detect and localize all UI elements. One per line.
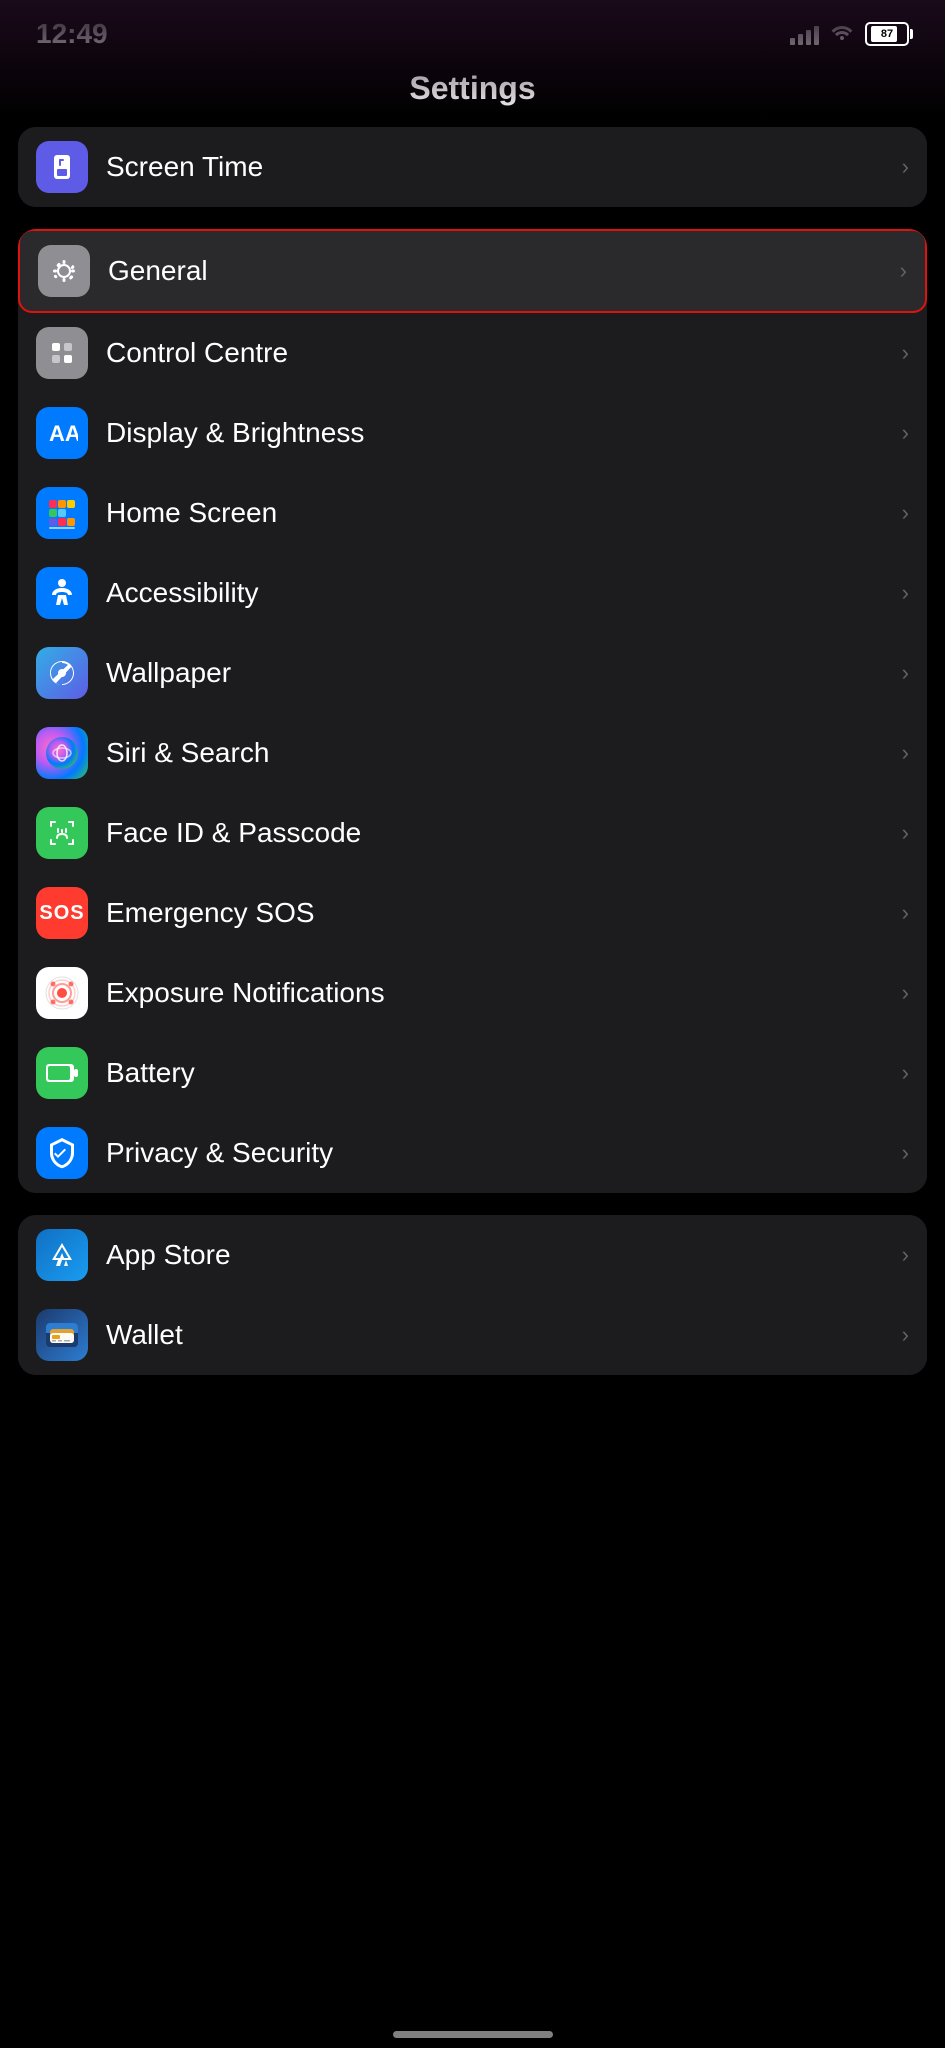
status-bar: 12:49 87 [0, 0, 945, 60]
wallpaper-label: Wallpaper [106, 657, 894, 689]
privacy-security-chevron: › [902, 1140, 909, 1166]
wifi-icon [829, 21, 855, 47]
settings-item-control-centre[interactable]: Control Centre › [18, 313, 927, 393]
general-label: General [108, 255, 892, 287]
sos-text: SOS [39, 902, 84, 925]
siri-search-label: Siri & Search [106, 737, 894, 769]
battery-chevron: › [902, 1060, 909, 1086]
page-title: Settings [0, 70, 945, 107]
home-screen-chevron: › [902, 500, 909, 526]
wallpaper-icon [36, 647, 88, 699]
privacy-security-label: Privacy & Security [106, 1137, 894, 1169]
control-centre-label: Control Centre [106, 337, 894, 369]
settings-section-2: General › Control Centre › AA Display & … [18, 229, 927, 1193]
exposure-notifications-label: Exposure Notifications [106, 977, 894, 1009]
battery-percent: 87 [867, 28, 907, 40]
siri-search-chevron: › [902, 740, 909, 766]
signal-bar-1 [790, 38, 795, 45]
general-chevron: › [900, 258, 907, 284]
app-store-icon [36, 1229, 88, 1281]
battery-label: Battery [106, 1057, 894, 1089]
settings-section-1: Screen Time › [18, 127, 927, 207]
signal-bar-3 [806, 30, 811, 45]
settings-item-accessibility[interactable]: Accessibility › [18, 553, 927, 633]
page-header: Settings [0, 60, 945, 127]
accessibility-chevron: › [902, 580, 909, 606]
settings-item-general[interactable]: General › [18, 229, 927, 313]
emergency-sos-icon: SOS [36, 887, 88, 939]
wallet-label: Wallet [106, 1319, 894, 1351]
control-centre-chevron: › [902, 340, 909, 366]
status-time: 12:49 [36, 18, 108, 50]
signal-bar-4 [814, 26, 819, 45]
battery-icon: 87 [865, 22, 909, 46]
settings-item-privacy-security[interactable]: Privacy & Security › [18, 1113, 927, 1193]
svg-text:AA: AA [49, 421, 78, 446]
settings-item-battery[interactable]: Battery › [18, 1033, 927, 1113]
emergency-sos-chevron: › [902, 900, 909, 926]
signal-bars-icon [790, 23, 819, 45]
face-id-label: Face ID & Passcode [106, 817, 894, 849]
display-brightness-label: Display & Brightness [106, 417, 894, 449]
signal-bar-2 [798, 34, 803, 45]
siri-icon [36, 727, 88, 779]
home-indicator [0, 2017, 945, 2048]
settings-item-screen-time[interactable]: Screen Time › [18, 127, 927, 207]
face-id-icon [36, 807, 88, 859]
privacy-security-icon [36, 1127, 88, 1179]
settings-item-display-brightness[interactable]: AA Display & Brightness › [18, 393, 927, 473]
exposure-notifications-icon [36, 967, 88, 1019]
general-icon [38, 245, 90, 297]
control-centre-icon [36, 327, 88, 379]
status-icons: 87 [790, 21, 909, 47]
settings-item-wallet[interactable]: Wallet › [18, 1295, 927, 1375]
screen-time-icon [36, 141, 88, 193]
wallpaper-chevron: › [902, 660, 909, 686]
settings-item-wallpaper[interactable]: Wallpaper › [18, 633, 927, 713]
app-store-chevron: › [902, 1242, 909, 1268]
home-screen-icon [36, 487, 88, 539]
screen-time-label: Screen Time [106, 151, 894, 183]
home-bar [393, 2031, 553, 2038]
settings-item-siri-search[interactable]: Siri & Search › [18, 713, 927, 793]
emergency-sos-label: Emergency SOS [106, 897, 894, 929]
accessibility-icon [36, 567, 88, 619]
settings-item-emergency-sos[interactable]: SOS Emergency SOS › [18, 873, 927, 953]
settings-item-app-store[interactable]: App Store › [18, 1215, 927, 1295]
display-brightness-chevron: › [902, 420, 909, 446]
home-screen-label: Home Screen [106, 497, 894, 529]
exposure-notifications-chevron: › [902, 980, 909, 1006]
settings-item-face-id[interactable]: Face ID & Passcode › [18, 793, 927, 873]
screen-time-chevron: › [902, 154, 909, 180]
face-id-chevron: › [902, 820, 909, 846]
battery-settings-icon [36, 1047, 88, 1099]
settings-item-home-screen[interactable]: Home Screen › [18, 473, 927, 553]
app-store-label: App Store [106, 1239, 894, 1271]
display-brightness-icon: AA [36, 407, 88, 459]
accessibility-label: Accessibility [106, 577, 894, 609]
settings-item-exposure-notifications[interactable]: Exposure Notifications › [18, 953, 927, 1033]
settings-section-3: App Store › Wallet › [18, 1215, 927, 1375]
wallet-icon [36, 1309, 88, 1361]
wallet-chevron: › [902, 1322, 909, 1348]
